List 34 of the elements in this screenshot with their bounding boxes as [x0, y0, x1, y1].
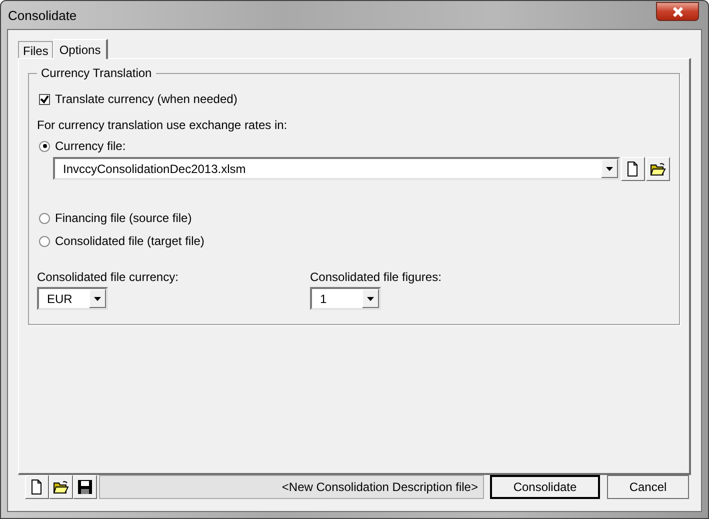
- field-label: Consolidated file currency:: [37, 270, 180, 284]
- description-file-field: <New Consolidation Description file>: [99, 475, 484, 499]
- dialog-button[interactable]: Cancel: [607, 475, 689, 499]
- tab[interactable]: Files: [18, 41, 54, 58]
- group-title: Currency Translation: [37, 66, 156, 80]
- close-button[interactable]: [656, 2, 699, 21]
- window-title: Consolidate: [7, 7, 77, 23]
- open-folder-icon: [649, 160, 667, 178]
- checkbox-label: Translate currency (when needed): [55, 92, 238, 106]
- floppy-disk-button[interactable]: [73, 475, 97, 499]
- dropdown-arrow-icon: [367, 296, 374, 300]
- radio-label: Consolidated file (target file): [55, 234, 204, 248]
- radio-button[interactable]: [39, 212, 50, 224]
- tab[interactable]: Options: [53, 39, 108, 59]
- close-icon: [672, 6, 684, 16]
- new-file-button[interactable]: [621, 157, 645, 181]
- open-folder-button[interactable]: [49, 475, 73, 499]
- check-icon: [40, 94, 49, 104]
- field-label: Consolidated file figures:: [310, 270, 442, 284]
- new-file-button[interactable]: [25, 475, 49, 499]
- dropdown-arrow-icon: [606, 166, 613, 170]
- figures-dropdown[interactable]: 1: [310, 287, 381, 310]
- open-folder-icon: [52, 478, 70, 496]
- checkbox[interactable]: [39, 94, 50, 104]
- instruction-text: For currency translation use exchange rates in:: [37, 118, 288, 132]
- dropdown-arrow-icon: [94, 296, 101, 300]
- dialog-button[interactable]: Consolidate: [490, 475, 600, 499]
- currency-dropdown[interactable]: EUR: [37, 287, 108, 310]
- radio-label: Currency file:: [55, 139, 126, 153]
- radio-label: Financing file (source file): [55, 211, 192, 225]
- radio-button[interactable]: [39, 140, 50, 152]
- open-folder-button[interactable]: [646, 157, 670, 181]
- radio-button[interactable]: [39, 236, 50, 246]
- file-dropdown[interactable]: InvccyConsolidationDec2013.xlsm: [53, 157, 620, 180]
